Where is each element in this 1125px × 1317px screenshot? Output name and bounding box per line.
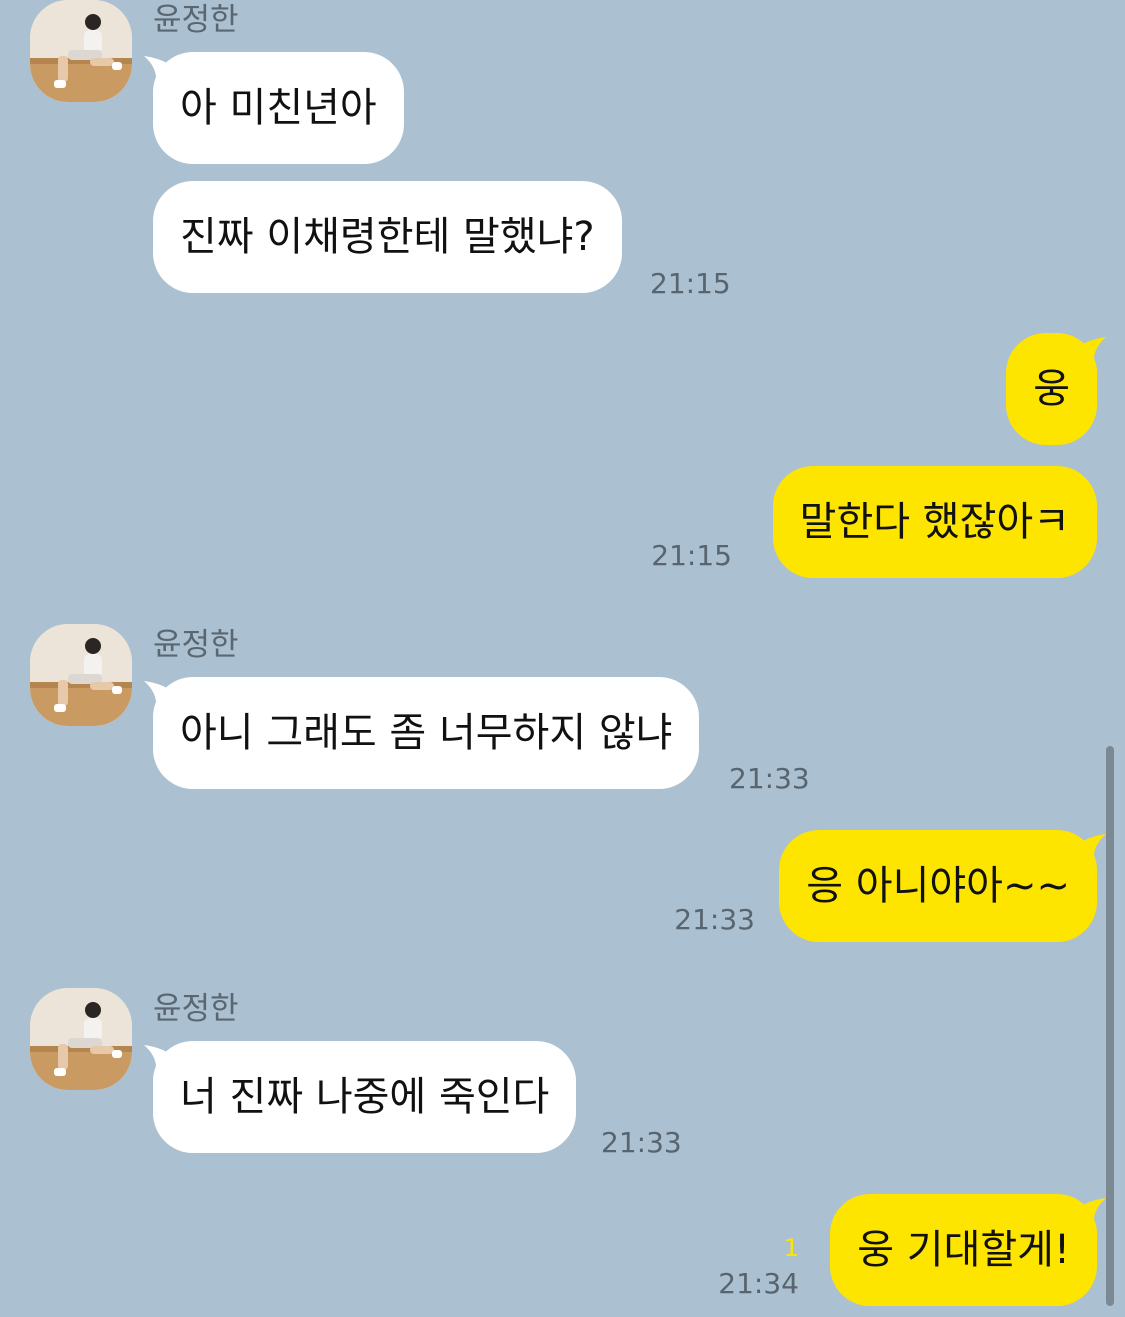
sender-name: 윤정한 <box>153 2 239 38</box>
sender-name: 윤정한 <box>153 991 239 1027</box>
message-bubble-outgoing[interactable]: 응 아니야아~~ <box>779 830 1097 942</box>
avatar[interactable] <box>30 988 132 1090</box>
avatar[interactable] <box>30 0 132 102</box>
message-bubble-outgoing[interactable]: 말한다 했잖아ㅋ <box>772 466 1097 578</box>
scrollbar[interactable] <box>1106 746 1114 1306</box>
message-bubble-outgoing[interactable]: 웅 <box>1006 333 1097 445</box>
message-timestamp: 21:34 <box>718 1267 799 1300</box>
avatar[interactable] <box>30 624 132 726</box>
message-bubble-incoming[interactable]: 너 진짜 나중에 죽인다 <box>153 1041 577 1153</box>
message-bubble-incoming[interactable]: 진짜 이채령한테 말했냐? <box>153 181 622 293</box>
message-bubble-incoming[interactable]: 아니 그래도 좀 너무하지 않냐 <box>153 677 700 789</box>
sender-name: 윤정한 <box>153 627 239 663</box>
message-timestamp: 21:33 <box>729 762 810 795</box>
message-timestamp: 21:15 <box>651 539 732 572</box>
message-timestamp: 21:33 <box>601 1126 682 1159</box>
message-timestamp: 21:15 <box>650 267 731 300</box>
message-bubble-incoming[interactable]: 아 미친년아 <box>153 52 404 164</box>
unread-count: 1 <box>783 1234 799 1262</box>
message-bubble-outgoing[interactable]: 웅 기대할게! <box>830 1194 1097 1306</box>
message-timestamp: 21:33 <box>674 903 755 936</box>
